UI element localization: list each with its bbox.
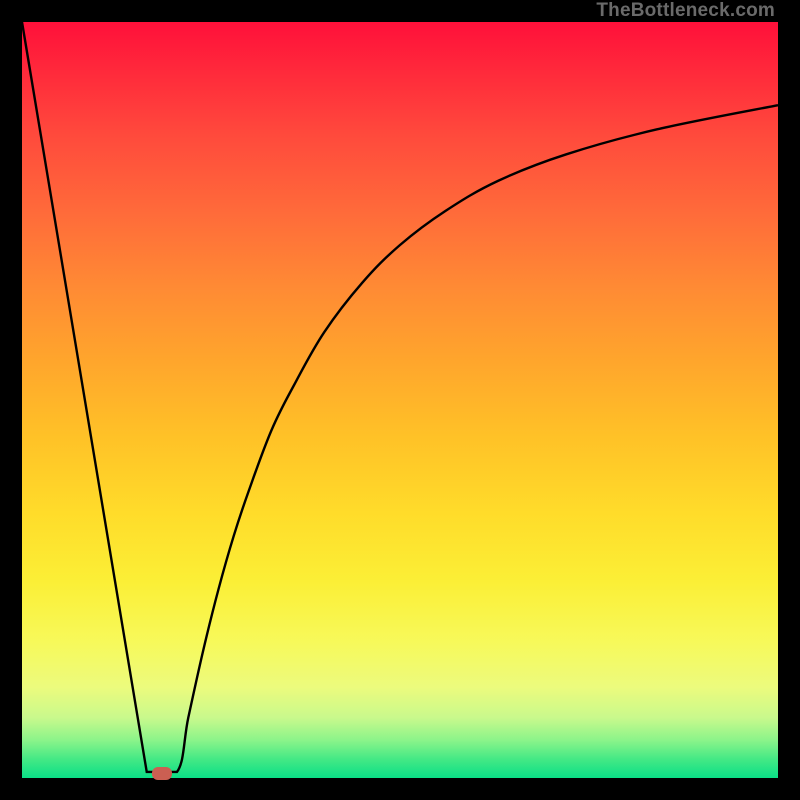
- watermark-text: TheBottleneck.com: [596, 0, 775, 22]
- curve-path: [22, 22, 778, 772]
- bottleneck-curve: [22, 22, 778, 778]
- optimum-marker: [152, 767, 172, 780]
- chart-frame: [22, 22, 778, 778]
